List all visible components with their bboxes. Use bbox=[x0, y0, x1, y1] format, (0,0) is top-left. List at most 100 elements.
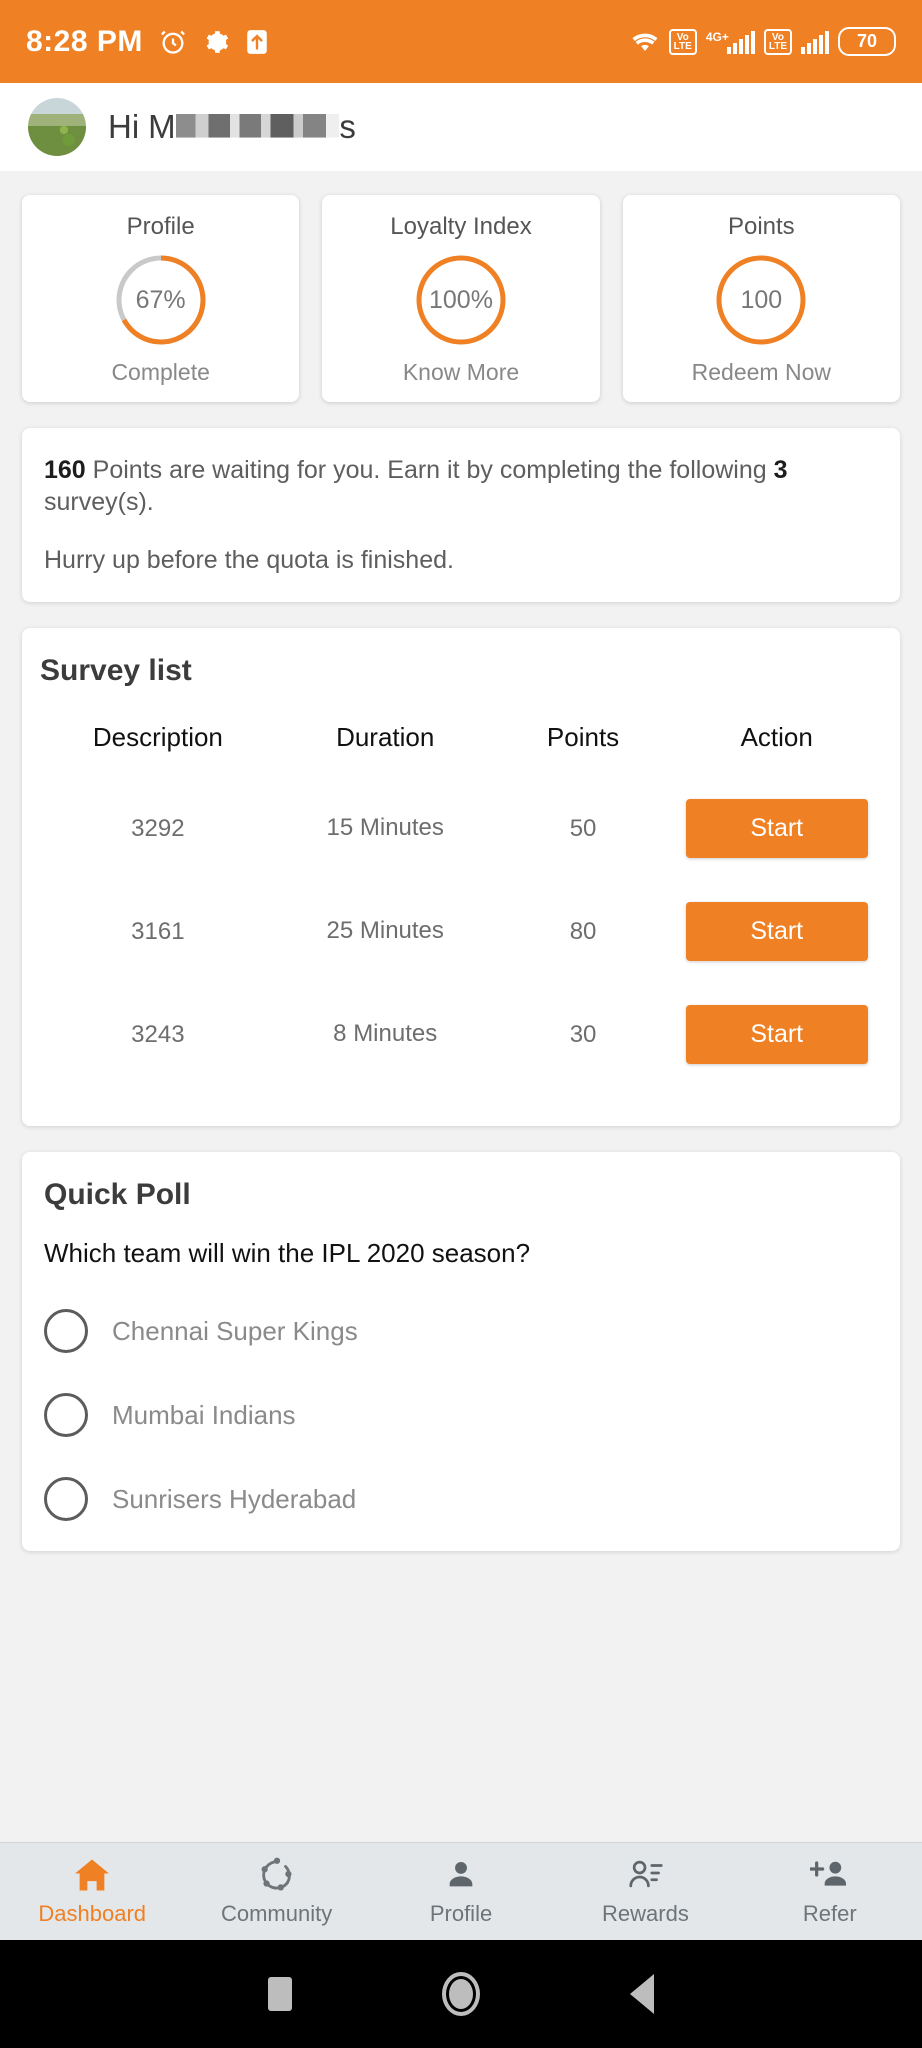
signal-bars-1 bbox=[726, 30, 755, 54]
table-row: 3161 25 Minutes 80 Start bbox=[40, 880, 882, 983]
column-header-action: Action bbox=[740, 722, 813, 752]
nav-label: Profile bbox=[429, 1901, 493, 1926]
survey-points: 50 bbox=[569, 814, 597, 842]
nav-label: Refer bbox=[802, 1901, 857, 1926]
survey-table: Description Duration Points Action 3292 … bbox=[40, 712, 882, 1086]
greeting-prefix: Hi bbox=[108, 108, 140, 145]
survey-duration: 8 Minutes bbox=[333, 1020, 438, 1048]
gear-icon bbox=[203, 29, 229, 55]
nav-label: Community bbox=[220, 1901, 333, 1926]
radio-button-icon[interactable] bbox=[44, 1393, 88, 1437]
stat-card-points[interactable]: Points 100 Redeem Now bbox=[622, 195, 900, 402]
stat-title: Profile bbox=[126, 213, 195, 240]
quick-poll-question: Which team will win the IPL 2020 season? bbox=[44, 1238, 531, 1268]
points-amount: 160 bbox=[44, 456, 86, 484]
progress-ring-wrap: 100 bbox=[633, 253, 890, 347]
table-row: 3292 15 Minutes 50 Start bbox=[40, 777, 882, 880]
person-add-icon bbox=[809, 1856, 850, 1894]
points-notice-card: 160 Points are waiting for you. Earn it … bbox=[22, 428, 900, 602]
home-icon bbox=[73, 1856, 111, 1894]
progress-ring-loyalty: 100% bbox=[414, 253, 508, 347]
survey-description: 3243 bbox=[131, 1020, 185, 1048]
column-header-duration: Duration bbox=[336, 722, 435, 752]
status-time: 8:28 PM bbox=[26, 24, 143, 58]
survey-action-cell: Start bbox=[671, 777, 882, 880]
survey-list-card: Survey list Description Duration Points … bbox=[22, 628, 900, 1126]
status-bar-right: Vo LTE 4G+ Vo LTE 70 bbox=[630, 27, 896, 56]
points-notice-text-a: Points are waiting for you. Earn it by c… bbox=[92, 456, 767, 484]
stat-card-loyalty-index[interactable]: Loyalty Index 100% Know More bbox=[322, 195, 600, 402]
survey-duration: 25 Minutes bbox=[326, 917, 444, 945]
start-survey-button[interactable]: Start bbox=[685, 1005, 868, 1064]
android-system-bar bbox=[0, 1940, 922, 2048]
progress-ring-profile: 67% bbox=[114, 253, 208, 347]
poll-option-chennai-super-kings[interactable]: Chennai Super Kings bbox=[44, 1309, 878, 1353]
progress-ring-wrap: 100% bbox=[332, 253, 589, 347]
volte-icon-1: Vo LTE bbox=[668, 28, 697, 55]
user-name-visible: M bbox=[148, 108, 176, 145]
start-survey-button[interactable]: Start bbox=[685, 902, 868, 961]
start-survey-button[interactable]: Start bbox=[685, 799, 868, 858]
signal-bars-2 bbox=[801, 30, 829, 54]
quick-poll-heading: Quick Poll bbox=[44, 1178, 191, 1211]
progress-ring-points: 100 bbox=[714, 253, 808, 347]
network-type-label: 4G+ bbox=[705, 29, 729, 44]
radio-button-icon[interactable] bbox=[44, 1309, 88, 1353]
app-header: Hi M███████s bbox=[0, 83, 922, 171]
survey-list-heading: Survey list bbox=[40, 654, 192, 687]
bottom-navigation: Dashboard Community Profile Rewards Refe… bbox=[0, 1842, 922, 1940]
nav-item-refer[interactable]: Refer bbox=[738, 1856, 922, 1927]
table-row: 3243 8 Minutes 30 Start bbox=[40, 983, 882, 1086]
stat-value: 67% bbox=[135, 285, 186, 314]
main-content[interactable]: Profile 67% Complete Loyalty Index 100% … bbox=[0, 171, 922, 1842]
nav-label: Dashboard bbox=[38, 1901, 147, 1926]
wifi-icon bbox=[630, 30, 660, 54]
quick-poll-card: Quick Poll Which team will win the IPL 2… bbox=[22, 1152, 900, 1551]
survey-table-header-row: Description Duration Points Action bbox=[40, 712, 882, 777]
status-bar-left: 8:28 PM bbox=[26, 25, 269, 59]
survey-action-cell: Start bbox=[671, 880, 882, 983]
radio-button-icon[interactable] bbox=[44, 1477, 88, 1521]
nav-item-community[interactable]: Community bbox=[184, 1856, 368, 1927]
circle-icon[interactable] bbox=[442, 1972, 480, 2016]
app-screen: 8:28 PM Vo LTE 4G+ Vo LTE 70 Hi M s Prof… bbox=[0, 0, 922, 2048]
stat-title: Loyalty Index bbox=[390, 213, 532, 240]
status-bar: 8:28 PM Vo LTE 4G+ Vo LTE 70 bbox=[0, 0, 922, 83]
nav-item-profile[interactable]: Profile bbox=[369, 1856, 553, 1927]
user-name: M███████s bbox=[148, 108, 356, 146]
person-icon bbox=[444, 1856, 478, 1894]
community-icon bbox=[258, 1856, 296, 1894]
survey-points: 80 bbox=[569, 917, 597, 945]
survey-description: 3161 bbox=[131, 917, 185, 945]
column-header-points: Points bbox=[546, 722, 620, 752]
nav-item-dashboard[interactable]: Dashboard bbox=[0, 1856, 184, 1927]
points-notice-line-2: Hurry up before the quota is finished. bbox=[44, 546, 454, 574]
nav-label: Rewards bbox=[602, 1901, 689, 1926]
poll-option-label: Mumbai Indians bbox=[112, 1399, 296, 1430]
survey-duration: 15 Minutes bbox=[326, 814, 444, 842]
stat-title: Points bbox=[727, 213, 795, 240]
triangle-back-icon[interactable] bbox=[630, 1974, 654, 2014]
nav-item-rewards[interactable]: Rewards bbox=[553, 1856, 737, 1927]
network-signal-1: 4G+ bbox=[706, 30, 755, 54]
battery-indicator: 70 bbox=[838, 27, 896, 56]
volte-icon-2: Vo LTE bbox=[763, 28, 792, 55]
stat-subtitle[interactable]: Complete bbox=[32, 359, 289, 386]
poll-option-label: Sunrisers Hyderabad bbox=[112, 1483, 357, 1514]
user-name-suffix: s bbox=[339, 108, 356, 145]
progress-ring-wrap: 67% bbox=[32, 253, 289, 347]
person-list-icon bbox=[626, 1856, 664, 1894]
user-name-redacted: ███████ bbox=[175, 108, 340, 146]
stat-card-profile[interactable]: Profile 67% Complete bbox=[22, 195, 300, 402]
stat-subtitle[interactable]: Know More bbox=[332, 359, 589, 386]
upload-arrow-icon bbox=[245, 29, 269, 55]
stat-subtitle[interactable]: Redeem Now bbox=[633, 359, 890, 386]
survey-count: 3 bbox=[773, 456, 788, 484]
avatar[interactable] bbox=[28, 98, 86, 156]
poll-option-sunrisers-hyderabad[interactable]: Sunrisers Hyderabad bbox=[44, 1477, 878, 1521]
poll-option-mumbai-indians[interactable]: Mumbai Indians bbox=[44, 1393, 878, 1437]
stat-value: 100% bbox=[429, 285, 493, 314]
stat-cards-row: Profile 67% Complete Loyalty Index 100% … bbox=[0, 171, 922, 402]
square-icon[interactable] bbox=[268, 1977, 292, 2011]
points-notice-line-1: 160 Points are waiting for you. Earn it … bbox=[44, 454, 878, 518]
